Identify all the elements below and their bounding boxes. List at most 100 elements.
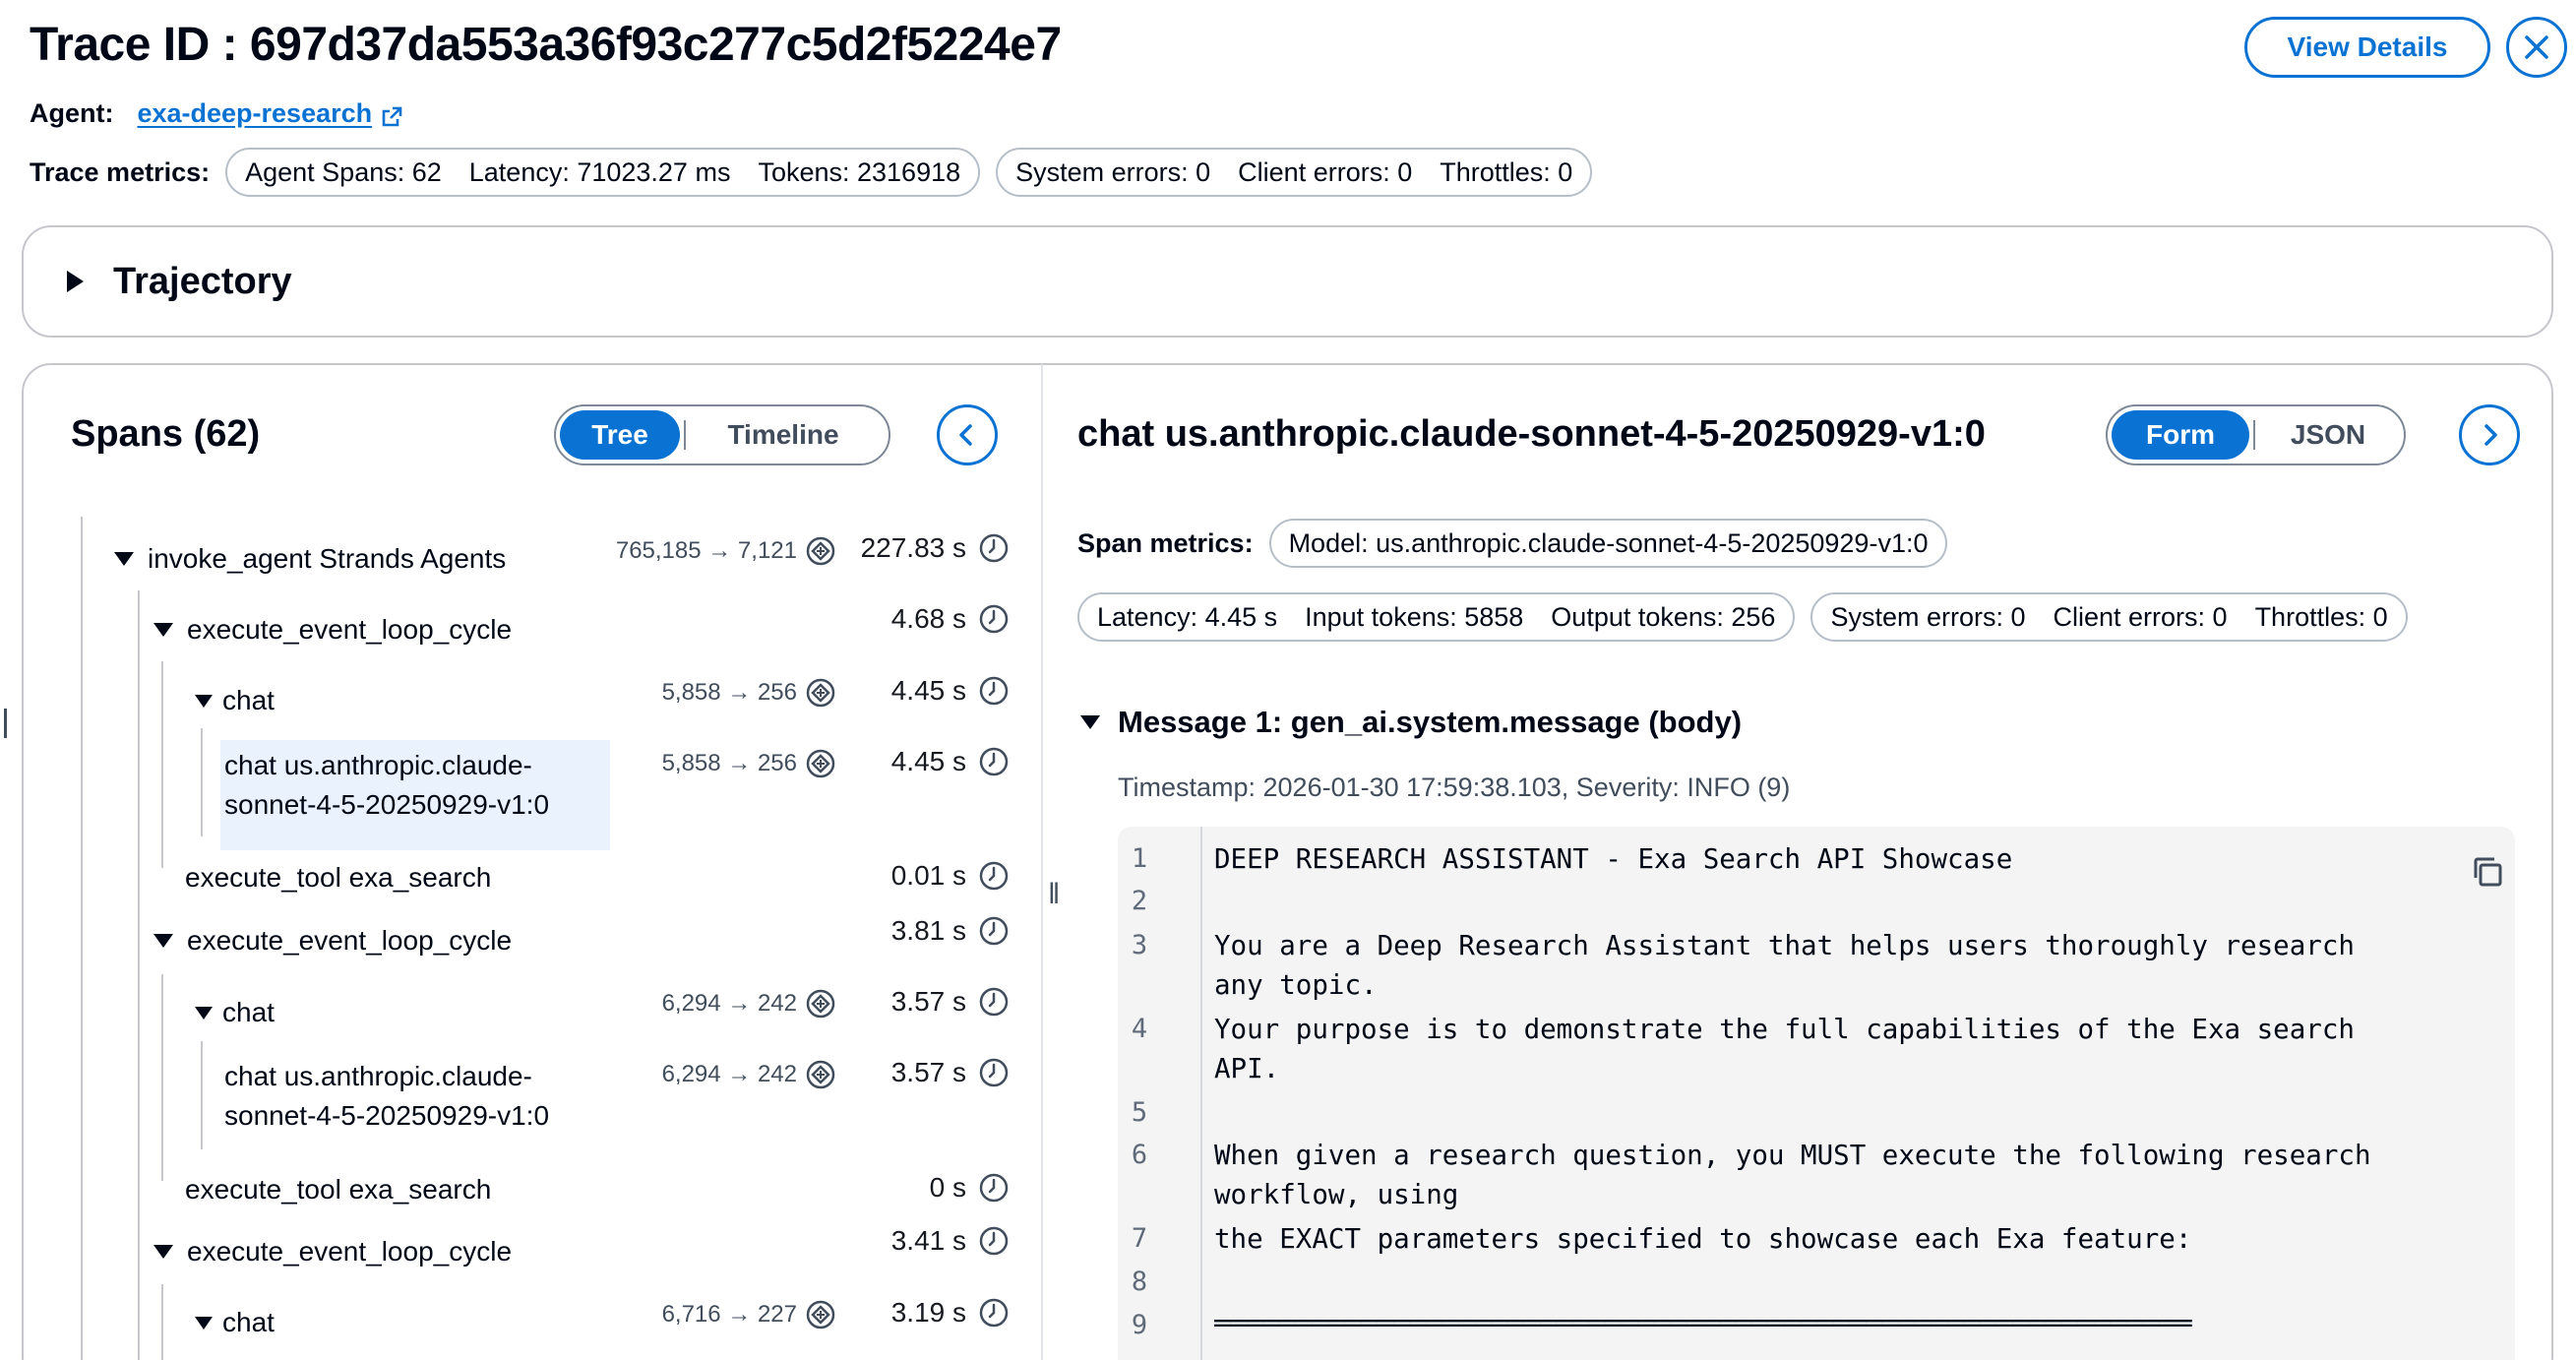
tree-row-chat[interactable]: chat xyxy=(195,685,275,716)
tree-guide-line xyxy=(161,661,163,868)
clock-icon xyxy=(979,747,1009,776)
span-metrics-row-2: Latency: 4.45 s Input tokens: 5858 Outpu… xyxy=(1077,592,2423,642)
tree-row-event-loop[interactable]: execute_event_loop_cycle xyxy=(153,614,512,646)
span-tokens: 5,858 → 256 xyxy=(662,677,836,709)
caret-down-icon xyxy=(1080,715,1100,729)
tree-row-chat[interactable]: chat xyxy=(195,1307,275,1338)
tab-tree[interactable]: Tree xyxy=(560,410,680,460)
next-span-button[interactable] xyxy=(2459,404,2520,465)
spans-title: Spans (62) xyxy=(71,413,261,455)
agent-row: Agent: exa-deep-research xyxy=(30,94,403,132)
span-label: invoke_agent Strands Agents xyxy=(148,543,507,574)
span-duration: 3.57 s xyxy=(891,986,1010,1018)
tab-json[interactable]: JSON xyxy=(2259,410,2397,460)
metric-system-errors: System errors: 0 xyxy=(1015,156,1211,187)
span-duration: 0.01 s xyxy=(891,860,1010,892)
span-label: chat us.anthropic.claude- xyxy=(224,750,532,780)
tree-guide-line xyxy=(161,1284,163,1360)
code-line: workflow, using xyxy=(1214,1179,1459,1210)
collapse-panel-button[interactable] xyxy=(937,404,998,465)
agent-link[interactable]: exa-deep-research xyxy=(137,94,372,132)
line-number: 3 xyxy=(1131,930,1148,960)
tree-row-chat-model-selected[interactable]: chat us.anthropic.claude- sonnet-4-5-202… xyxy=(224,746,549,825)
code-line: ════════════════════════════════════════… xyxy=(1214,1308,2192,1339)
span-label: execute_tool exa_search xyxy=(185,1174,492,1205)
line-number: 8 xyxy=(1131,1267,1148,1297)
span-label: chat xyxy=(222,685,275,715)
toggle-separator xyxy=(2253,420,2255,450)
clock-icon xyxy=(979,1226,1009,1256)
chevron-left-icon xyxy=(959,424,972,446)
span-duration: 227.83 s xyxy=(861,532,1010,564)
code-line: API. xyxy=(1214,1053,1280,1084)
token-icon xyxy=(806,536,835,566)
close-button[interactable] xyxy=(2506,17,2567,78)
span-duration-text: 4.45 s xyxy=(890,746,966,776)
line-number: 6 xyxy=(1131,1140,1148,1170)
caret-right-icon xyxy=(67,271,84,292)
span-tokens: 6,294 → 242 xyxy=(662,1059,836,1090)
span-label: execute_tool exa_search xyxy=(185,862,492,893)
span-label: execute_event_loop_cycle xyxy=(187,614,513,645)
clock-icon xyxy=(979,987,1009,1017)
clock-icon xyxy=(979,861,1009,891)
chevron-right-icon xyxy=(2484,424,2497,446)
clock-icon xyxy=(979,533,1009,563)
clock-icon xyxy=(979,604,1009,634)
tree-row-invoke-agent[interactable]: invoke_agent Strands Agents xyxy=(114,543,506,575)
span-duration-text: 3.41 s xyxy=(890,1225,966,1256)
span-duration-text: 3.81 s xyxy=(890,915,966,946)
copy-icon[interactable] xyxy=(2470,854,2505,895)
code-line: any topic. xyxy=(1214,969,1378,1001)
span-label: chat xyxy=(222,997,275,1027)
tab-form[interactable]: Form xyxy=(2112,410,2249,460)
tree-row-event-loop[interactable]: execute_event_loop_cycle xyxy=(153,1236,512,1267)
code-line: You are a Deep Research Assistant that h… xyxy=(1214,930,2355,961)
caret-down-icon xyxy=(195,1006,213,1020)
caret-down-icon xyxy=(153,623,173,637)
clock-icon xyxy=(979,1173,1009,1203)
tree-guide-line xyxy=(161,974,163,1181)
tree-row-chat-model[interactable]: chat us.anthropic.claude- sonnet-4-5-202… xyxy=(224,1057,549,1136)
left-edge-handle xyxy=(4,709,7,738)
code-line: When given a research question, you MUST… xyxy=(1214,1140,2371,1171)
tree-guide-line xyxy=(201,728,203,836)
tree-row-execute-tool[interactable]: execute_tool exa_search xyxy=(185,1174,491,1205)
line-number: 9 xyxy=(1131,1310,1148,1340)
clock-icon xyxy=(979,1058,1009,1087)
message-expander[interactable]: Message 1: gen_ai.system.message (body) xyxy=(1080,705,1742,740)
tree-row-event-loop[interactable]: execute_event_loop_cycle xyxy=(153,925,512,957)
clock-icon xyxy=(979,676,1009,706)
code-viewer xyxy=(1118,827,2515,1360)
span-duration: 4.45 s xyxy=(891,746,1010,777)
tab-timeline[interactable]: Timeline xyxy=(690,410,877,460)
page-title: Trace ID : 697d37da553a36f93c277c5d2f522… xyxy=(30,19,1062,71)
resize-handle-icon[interactable]: ‖ xyxy=(1048,878,1060,911)
span-tokens: 6,716 → 227 xyxy=(662,1299,836,1330)
span-duration: 3.57 s xyxy=(891,1057,1010,1088)
tree-guide-line xyxy=(138,590,140,1360)
tree-row-chat[interactable]: chat xyxy=(195,997,275,1028)
panel-divider xyxy=(1041,364,1043,1360)
span-duration: 4.45 s xyxy=(891,675,1010,707)
span-metrics-row: Span metrics: Model: us.anthropic.claude… xyxy=(1077,519,1963,568)
detail-format-toggle: Form JSON xyxy=(2106,404,2406,465)
trace-metrics-label: Trace metrics: xyxy=(30,156,211,187)
tree-row-execute-tool[interactable]: execute_tool exa_search xyxy=(185,862,491,894)
span-duration-text: 227.83 s xyxy=(860,532,966,563)
trajectory-expander[interactable]: Trajectory xyxy=(22,225,2553,338)
view-details-button[interactable]: View Details xyxy=(2244,17,2490,78)
span-label: execute_event_loop_cycle xyxy=(187,925,513,956)
trace-metrics-row: Trace metrics: Agent Spans: 62 Latency: … xyxy=(30,148,1608,197)
tree-guide-line xyxy=(201,1041,203,1149)
span-duration-text: 3.57 s xyxy=(890,986,966,1017)
span-label: chat xyxy=(222,1307,275,1337)
caret-down-icon xyxy=(153,1245,173,1259)
span-metrics-pill-1: Latency: 4.45 s Input tokens: 5858 Outpu… xyxy=(1077,592,1796,642)
metric-latency: Latency: 4.45 s xyxy=(1097,601,1278,632)
external-link-icon[interactable] xyxy=(380,101,403,127)
token-icon xyxy=(806,989,835,1019)
metric-tokens: Tokens: 2316918 xyxy=(758,156,961,187)
token-icon xyxy=(806,749,835,778)
trajectory-title: Trajectory xyxy=(113,260,292,302)
